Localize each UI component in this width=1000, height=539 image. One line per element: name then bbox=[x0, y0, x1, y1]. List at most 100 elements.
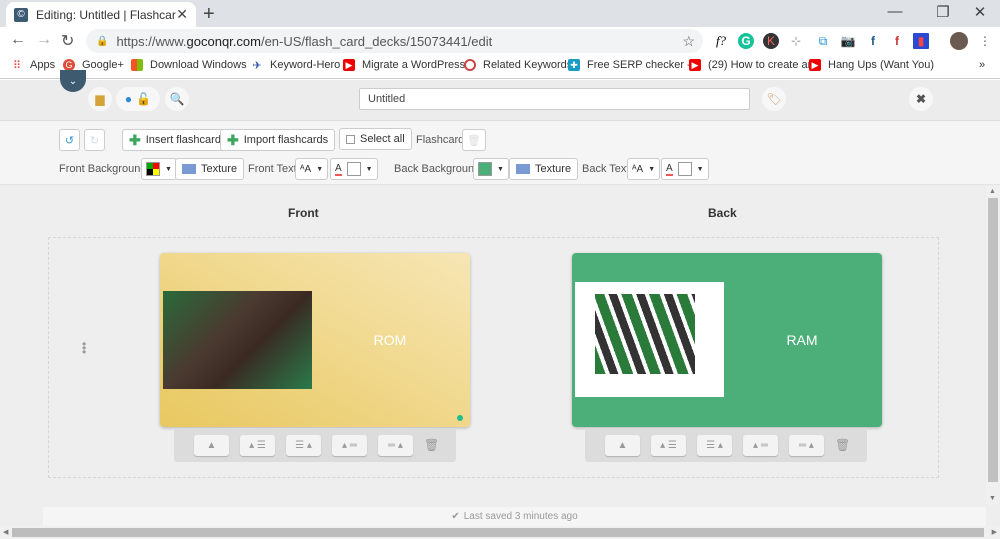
folder-button[interactable]: ▆ bbox=[88, 87, 112, 111]
back-texture-button[interactable]: Texture bbox=[509, 158, 579, 180]
serp-icon: ✚ bbox=[568, 59, 580, 71]
layout-image-left-button[interactable]: ▴ ☰ bbox=[651, 434, 686, 456]
back-background-color-picker[interactable]: ▼ bbox=[473, 158, 509, 180]
bookmark-hang-ups[interactable]: ▶ Hang Ups (Want You) bbox=[809, 59, 934, 71]
back-text-label: Back Text bbox=[582, 163, 630, 175]
back-text-color-picker[interactable]: A ▼ bbox=[661, 158, 709, 180]
close-editor-button[interactable]: ✖ bbox=[909, 87, 933, 111]
trash-icon[interactable]: 🗑 bbox=[424, 438, 439, 452]
window-close-icon[interactable]: ✕ bbox=[965, 3, 995, 21]
layout-image-only-button[interactable]: ▲ bbox=[194, 434, 229, 456]
ram-modules-image[interactable] bbox=[575, 282, 724, 397]
front-background-color-picker[interactable]: ▼ bbox=[141, 158, 177, 180]
back-font-size-dropdown[interactable]: ᴬA ▼ bbox=[627, 158, 661, 180]
layout-image-only-button[interactable]: ▲ bbox=[605, 434, 640, 456]
tag-button[interactable]: 🏷 bbox=[762, 87, 786, 111]
back-card-text[interactable]: RAM bbox=[722, 253, 882, 427]
bookmarks-bar: ⠿ Apps G Google+ Download Windows ✈ Keyword… bbox=[0, 54, 1000, 79]
back-layout-bar: ▲ ▴ ☰ ☰ ▴ ▴ ═ ═ ▴ 🗑 bbox=[585, 428, 867, 462]
extension-icon[interactable]: ⊹ bbox=[788, 33, 804, 49]
white-swatch bbox=[346, 162, 361, 176]
drag-handle-icon[interactable]: • • • bbox=[82, 338, 86, 358]
magnifier-icon: 🔍 bbox=[169, 92, 185, 106]
globe-icon: ● bbox=[124, 92, 133, 106]
front-font-size-dropdown[interactable]: ᴬA ▼ bbox=[295, 158, 329, 180]
font-finder-icon[interactable]: f? bbox=[713, 33, 729, 49]
menu-kebab-icon[interactable]: ⋮ bbox=[977, 33, 993, 49]
bookmarks-overflow-icon[interactable]: » bbox=[979, 59, 985, 71]
bookmark-related-keywords[interactable]: Related Keywords bbox=[464, 59, 572, 71]
undo-icon: ↺ bbox=[64, 134, 75, 147]
layout-image-top-button[interactable]: ▴ ═ bbox=[332, 434, 367, 456]
import-flashcards-button[interactable]: ✚ Import flashcards bbox=[220, 129, 336, 151]
redo-icon: ↻ bbox=[89, 134, 100, 147]
layout-image-bottom-button[interactable]: ═ ▴ bbox=[789, 434, 824, 456]
scrollbar-thumb[interactable] bbox=[12, 528, 984, 537]
bookmark-how-to-create[interactable]: ▶ (29) How to create an bbox=[689, 59, 814, 71]
delete-flashcard-button[interactable]: 🗑 bbox=[462, 129, 486, 151]
camera-icon[interactable]: 📷 bbox=[840, 33, 856, 49]
tab-close-icon[interactable]: ✕ bbox=[176, 6, 188, 23]
profile-avatar[interactable] bbox=[950, 32, 968, 50]
layout-image-top-button[interactable]: ▴ ═ bbox=[743, 434, 778, 456]
url-text: https://www.goconqr.com/en-US/flash_card… bbox=[116, 33, 493, 49]
address-bar[interactable]: 🔒 https://www.goconqr.com/en-US/flash_ca… bbox=[86, 29, 703, 53]
layout-image-left-button[interactable]: ▴ ☰ bbox=[240, 434, 275, 456]
front-text-color-picker[interactable]: A ▼ bbox=[330, 158, 378, 180]
edit-toolbar: ↺ ↻ ✚ Insert flashcard ✚ Import flashcards… bbox=[0, 121, 1000, 185]
k-extension-icon[interactable]: K bbox=[763, 33, 779, 49]
lighthouse-icon[interactable]: ▮ bbox=[913, 33, 929, 49]
horizontal-scrollbar[interactable]: ◀ ▶ bbox=[0, 526, 1000, 539]
minimize-icon[interactable]: — bbox=[880, 3, 910, 20]
bookmark-keyword-hero[interactable]: ✈ Keyword-Hero bbox=[251, 59, 340, 72]
search-button[interactable]: 🔍 bbox=[165, 87, 189, 111]
front-card-text[interactable]: ROM bbox=[310, 253, 470, 427]
trash-icon[interactable]: 🗑 bbox=[835, 438, 850, 452]
bookmark-download-windows[interactable]: Download Windows bbox=[131, 59, 247, 71]
layout-image-right-button[interactable]: ☰ ▴ bbox=[697, 434, 732, 456]
keyword-hero-icon: ✈ bbox=[252, 59, 262, 72]
scroll-right-icon[interactable]: ▶ bbox=[992, 528, 997, 536]
white-swatch bbox=[677, 162, 692, 176]
redo-button[interactable]: ↻ bbox=[84, 129, 105, 151]
folder-icon: ▆ bbox=[95, 92, 105, 106]
browser-tab[interactable]: © Editing: Untitled | Flashcards ✕ bbox=[6, 2, 196, 27]
insert-flashcard-button[interactable]: ✚ Insert flashcard bbox=[122, 129, 228, 151]
caret-down-icon: ▼ bbox=[497, 165, 504, 173]
flashcard-editor: ▆ ●🔓 🔍 🏷 ✖ ⌄ ↺ ↻ ✚Insert flashcard ✚Impo… bbox=[0, 70, 1000, 539]
f-red-extension-icon[interactable]: f bbox=[889, 33, 905, 49]
circuit-board-image[interactable] bbox=[163, 291, 312, 389]
checkmark-icon: ✔ bbox=[451, 511, 460, 522]
plus-icon: ✚ bbox=[227, 131, 239, 148]
facebook-icon[interactable]: f bbox=[865, 33, 881, 49]
screen-share-icon[interactable]: ⧉ bbox=[815, 33, 831, 49]
circle-icon bbox=[464, 59, 476, 71]
restore-icon[interactable]: ❐ bbox=[928, 3, 958, 21]
windows-icon bbox=[131, 59, 143, 71]
back-card[interactable]: RAM bbox=[572, 253, 882, 427]
sharing-button[interactable]: ● 🔓 bbox=[116, 87, 160, 111]
vertical-scrollbar[interactable]: ▲ ▼ bbox=[986, 186, 1000, 504]
title-input[interactable] bbox=[359, 88, 750, 110]
bookmark-migrate-wordpress[interactable]: ▶ Migrate a WordPress bbox=[343, 59, 465, 71]
browser-toolbar: ← → ↻ 🔒 https://www.goconqr.com/en-US/fl… bbox=[0, 27, 1000, 78]
bookmark-apps[interactable]: ⠿ Apps bbox=[11, 59, 55, 72]
bookmark-serp-checker[interactable]: ✚ Free SERP checker - g bbox=[568, 59, 700, 71]
front-card[interactable]: ROM bbox=[160, 253, 470, 427]
new-tab-icon[interactable]: + bbox=[203, 3, 215, 26]
layout-image-bottom-button[interactable]: ═ ▴ bbox=[378, 434, 413, 456]
forward-icon[interactable]: → bbox=[36, 31, 52, 49]
grammarly-icon[interactable]: G bbox=[738, 33, 754, 49]
scroll-up-icon[interactable]: ▲ bbox=[989, 188, 996, 195]
scrollbar-thumb[interactable] bbox=[988, 198, 998, 482]
scroll-left-icon[interactable]: ◀ bbox=[3, 528, 8, 536]
bookmark-star-icon[interactable]: ☆ bbox=[682, 33, 695, 50]
undo-button[interactable]: ↺ bbox=[59, 129, 80, 151]
front-texture-button[interactable]: Texture bbox=[175, 158, 245, 180]
layout-image-right-button[interactable]: ☰ ▴ bbox=[286, 434, 321, 456]
flashcard-label: Flashcard bbox=[416, 134, 465, 146]
scroll-down-icon[interactable]: ▼ bbox=[989, 495, 996, 502]
reload-icon[interactable]: ↻ bbox=[61, 31, 74, 51]
select-all-button[interactable]: Select all bbox=[339, 128, 412, 150]
back-icon[interactable]: ← bbox=[10, 31, 26, 49]
